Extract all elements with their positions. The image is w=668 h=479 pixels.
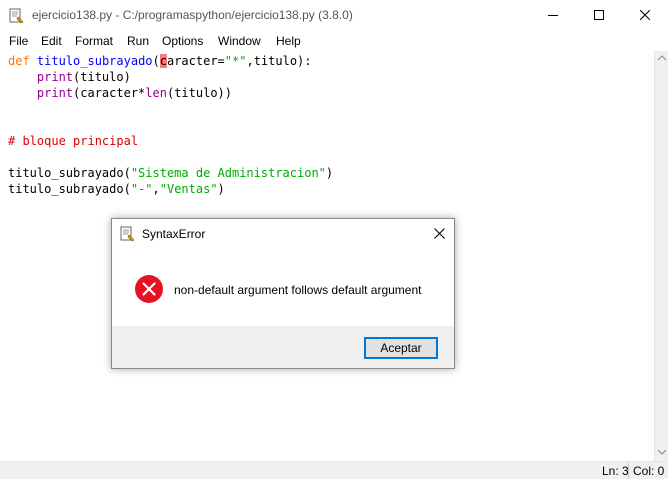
code-line[interactable]: print(caracter*len(titulo)) [8, 85, 232, 101]
code-token: ( [152, 54, 160, 68]
code-line[interactable]: # bloque principal [8, 133, 138, 149]
code-token: ) [217, 182, 225, 196]
minimize-icon [548, 15, 558, 16]
menu-help[interactable]: Help [276, 34, 301, 48]
minimize-button[interactable] [530, 0, 576, 31]
syntax-error-dialog: SyntaxError non-default argument follows… [111, 218, 455, 369]
code-token: print [36, 86, 74, 100]
column-indicator: Col: 0 [633, 464, 665, 478]
scroll-down-icon[interactable] [658, 449, 666, 455]
code-token: ,titulo): [246, 54, 312, 68]
code-token: titulo_subrayado [36, 54, 153, 68]
code-token: (titulo) [73, 70, 131, 84]
menu-window[interactable]: Window [218, 34, 261, 48]
line-indicator: Ln: 3 [602, 464, 629, 478]
code-line[interactable]: def titulo_subrayado(caracter="*",titulo… [8, 53, 312, 69]
code-token: ) [325, 166, 334, 180]
code-token: titulo_subrayado( [8, 166, 131, 180]
accept-button[interactable]: Aceptar [364, 337, 438, 359]
title-bar[interactable]: ejercicio138.py - C:/programaspython/eje… [0, 0, 668, 31]
code-token: c [159, 54, 167, 68]
scroll-up-icon[interactable] [658, 55, 666, 61]
code-token: "-" [130, 182, 153, 196]
maximize-icon [594, 10, 604, 20]
menu-run[interactable]: Run [127, 34, 149, 48]
menu-file[interactable]: File [9, 34, 28, 48]
window-title: ejercicio138.py - C:/programaspython/eje… [32, 8, 353, 22]
dialog-footer: Aceptar [112, 326, 454, 368]
dialog-message: non-default argument follows default arg… [174, 283, 422, 297]
code-token: len [145, 86, 167, 100]
dialog-title: SyntaxError [142, 227, 206, 241]
close-icon [434, 228, 445, 239]
vertical-scrollbar[interactable] [654, 51, 668, 461]
maximize-button[interactable] [576, 0, 622, 31]
error-icon [135, 275, 163, 303]
code-token: "*" [224, 54, 247, 68]
status-bar: Ln: 3 Col: 0 [0, 461, 668, 479]
code-token: def [8, 54, 30, 68]
code-line[interactable]: titulo_subrayado("-","Ventas") [8, 181, 225, 197]
close-button[interactable] [622, 0, 668, 31]
code-token: print [36, 70, 74, 84]
code-token: # bloque principal [8, 134, 139, 148]
python-file-icon [9, 8, 24, 24]
code-token: titulo_subrayado( [8, 182, 131, 196]
code-token: (titulo)) [166, 86, 232, 100]
menu-options[interactable]: Options [162, 34, 203, 48]
code-token: , [152, 182, 160, 196]
code-line[interactable]: titulo_subrayado("Sistema de Administrac… [8, 165, 333, 181]
code-token: (caracter* [73, 86, 146, 100]
code-line[interactable]: print(titulo) [8, 69, 131, 85]
close-icon [640, 10, 650, 20]
menu-bar: File Edit Format Run Options Window Help [0, 31, 668, 51]
code-token: "Sistema de Administracion" [130, 166, 326, 180]
status-separator [628, 463, 629, 478]
dialog-close-button[interactable] [424, 219, 456, 248]
python-icon [120, 226, 135, 242]
menu-format[interactable]: Format [75, 34, 113, 48]
menu-edit[interactable]: Edit [41, 34, 62, 48]
code-token: aracter= [166, 54, 225, 68]
code-token: "Ventas" [159, 182, 218, 196]
